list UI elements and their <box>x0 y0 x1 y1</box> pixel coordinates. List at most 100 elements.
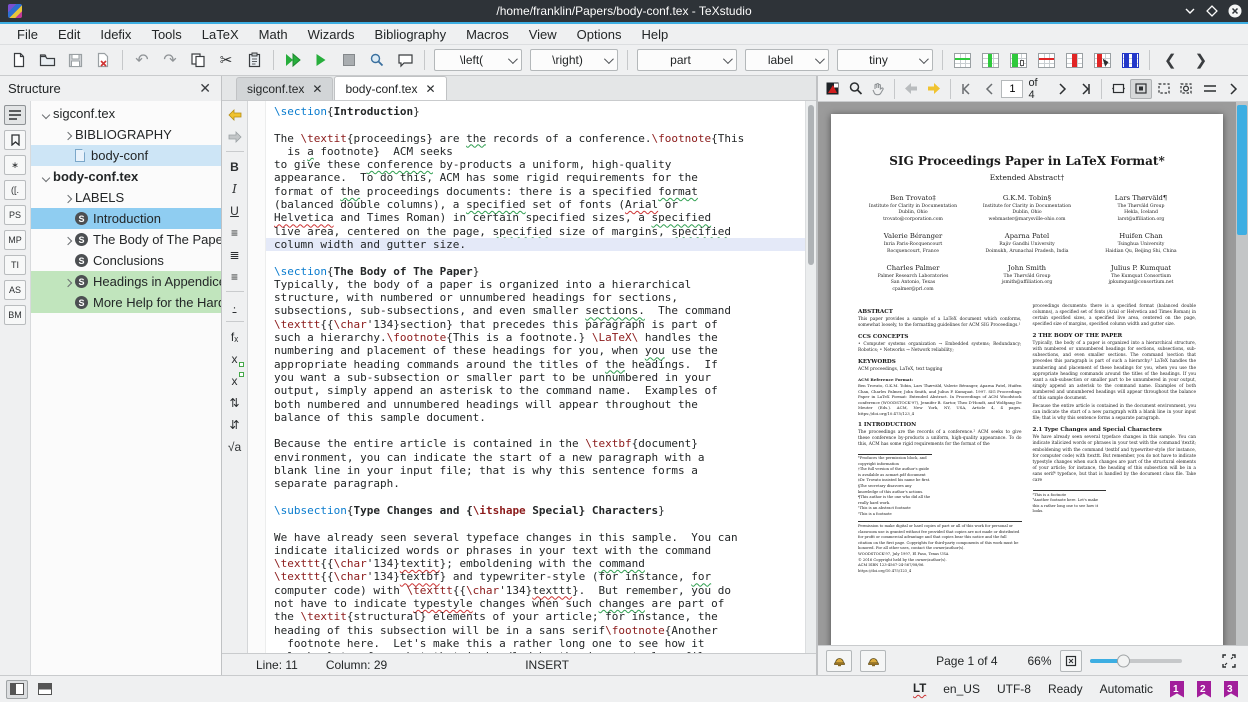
code-line-4[interactable]: is a footnote} ACM seeks <box>266 145 805 158</box>
code-line-6[interactable]: appearance. To do this, ACM has some rig… <box>266 171 805 184</box>
code-line-10[interactable]: live area, centered on the page, specifi… <box>266 225 805 238</box>
bookmark-2-icon[interactable]: 2 <box>1197 681 1211 698</box>
code-line-27[interactable]: environment, you can indicate the start … <box>266 451 805 464</box>
editor-tab-body-conf-tex[interactable]: body-conf.tex✕ <box>334 76 446 100</box>
pdf-document-area[interactable]: SIG Proceedings Paper in LaTeX Format* E… <box>818 102 1248 645</box>
last-page-icon[interactable] <box>1074 79 1096 99</box>
expander-open-icon[interactable] <box>39 169 53 184</box>
zoom-slider[interactable] <box>1090 659 1182 663</box>
code-line-20[interactable]: appropriate heading commands around the … <box>266 358 805 371</box>
code-line-41[interactable]: footnote here. Let's make this a rather … <box>266 637 805 650</box>
overset-icon[interactable]: ⇵ <box>224 414 246 435</box>
code-line-29[interactable]: separate paragraph. <box>266 477 805 490</box>
structure-item-body-conf[interactable]: body-conf <box>31 145 221 166</box>
side-tab-beamer-icon[interactable]: BM <box>4 305 26 325</box>
superscript-icon[interactable]: x <box>224 370 246 391</box>
build-and-view-icon[interactable] <box>280 48 306 72</box>
editor-code-view[interactable]: ▼\section{Introduction}▼The \textit{proc… <box>266 101 805 653</box>
open-file-icon[interactable] <box>34 48 60 72</box>
next-document-icon[interactable]: ❯ <box>1187 51 1216 69</box>
code-line-14[interactable]: Typically, the body of a paper is organi… <box>266 278 805 291</box>
align-center-icon[interactable]: ≣ <box>224 244 246 265</box>
reference-combo[interactable]: label <box>745 49 829 71</box>
code-line-2[interactable] <box>266 118 805 131</box>
menu-item-math[interactable]: Math <box>250 25 297 44</box>
structure-item-bibliography[interactable]: BIBLIOGRAPHY <box>31 124 221 145</box>
bell-icon-left[interactable] <box>826 650 852 672</box>
side-tab-brackets-icon[interactable]: ([. <box>4 180 26 200</box>
function-icon[interactable]: fₓ <box>224 326 246 347</box>
collapse-panel-icon[interactable] <box>1222 79 1244 99</box>
menu-item-options[interactable]: Options <box>568 25 631 44</box>
maximize-button[interactable] <box>1206 5 1218 17</box>
tab-close-icon[interactable]: ✕ <box>425 82 435 96</box>
expander-closed-icon[interactable] <box>61 190 75 205</box>
code-line-16[interactable]: subsections, sub-subsections, and even s… <box>266 304 805 317</box>
code-line-25[interactable] <box>266 424 805 437</box>
previous-page-icon[interactable] <box>979 79 1001 99</box>
code-line-35[interactable]: \texttt{{\char'134}textit}; emboldening … <box>266 557 805 570</box>
structure-item-headings-in-appendices[interactable]: SHeadings in Appendices <box>31 271 221 292</box>
menu-item-file[interactable]: File <box>8 25 47 44</box>
code-line-19[interactable]: numbering and placement of these heading… <box>266 344 805 357</box>
view-icon[interactable] <box>308 48 334 72</box>
code-line-18[interactable]: such a hierarchy.\footnote{This is a foo… <box>266 331 805 344</box>
first-page-icon[interactable] <box>956 79 978 99</box>
tab-close-icon[interactable]: ✕ <box>312 82 322 96</box>
pdf-menu-icon[interactable] <box>1199 79 1221 99</box>
next-page-icon[interactable] <box>1052 79 1074 99</box>
code-line-17[interactable]: \texttt{{\char'134}section} that precede… <box>266 318 805 331</box>
code-line-37[interactable]: computer code) with \texttt{{\char'134}t… <box>266 584 805 597</box>
code-line-9[interactable]: Helvetica and Times Roman) in certain sp… <box>266 211 805 224</box>
menu-item-macros[interactable]: Macros <box>457 25 518 44</box>
code-line-23[interactable]: both numbered and unnumbered headings wi… <box>266 398 805 411</box>
comment-icon[interactable] <box>392 48 418 72</box>
underline-icon[interactable]: U <box>224 200 246 221</box>
undo-icon[interactable]: ↶ <box>129 48 155 72</box>
structure-item-introduction[interactable]: SIntroduction <box>31 208 221 229</box>
search-icon[interactable] <box>364 48 390 72</box>
menu-item-edit[interactable]: Edit <box>49 25 89 44</box>
code-line-3[interactable]: ▼The \textit{proceedings} are the record… <box>266 132 805 145</box>
code-line-22[interactable]: output, simply append an asterisk to the… <box>266 384 805 397</box>
code-line-13[interactable]: ▼\section{The Body of The Paper} <box>266 265 805 278</box>
expander-open-icon[interactable] <box>39 106 53 121</box>
code-line-7[interactable]: format of the proceedings documents: the… <box>266 185 805 198</box>
bookmark-1-icon[interactable]: 1 <box>1170 681 1184 698</box>
side-tab-tikz-icon[interactable]: TI <box>4 255 26 275</box>
side-tab-structure-icon[interactable] <box>4 105 26 125</box>
previous-document-icon[interactable]: ❮ <box>1156 51 1185 69</box>
fit-width-icon[interactable] <box>1107 79 1129 99</box>
table-add-column-icon[interactable] <box>977 48 1003 72</box>
table-remove-row-icon[interactable] <box>1033 48 1059 72</box>
table-add-row-icon[interactable] <box>949 48 975 72</box>
toggle-bottom-panel-icon[interactable] <box>34 680 56 699</box>
expander-closed-icon[interactable] <box>61 274 75 289</box>
code-line-26[interactable]: Because the entire article is contained … <box>266 437 805 450</box>
align-left-icon[interactable]: ≡ <box>224 222 246 243</box>
right-delimiter-combo[interactable]: \right) <box>530 49 618 71</box>
dot-accent-icon[interactable]: · <box>224 296 246 317</box>
code-line-30[interactable] <box>266 491 805 504</box>
fit-page-icon[interactable] <box>1130 79 1152 99</box>
sqrt-icon[interactable]: √a <box>224 436 246 457</box>
code-line-11[interactable]: column width and gutter size. <box>266 238 805 251</box>
toggle-side-panel-icon[interactable] <box>6 680 28 699</box>
structure-item-body-conf-tex[interactable]: body-conf.tex <box>31 166 221 187</box>
zoom-original-icon[interactable] <box>1060 650 1082 672</box>
line-ending-label[interactable]: Automatic <box>1100 682 1153 696</box>
code-line-36[interactable]: \texttt{{\char'134}textbf} and typewrite… <box>266 570 805 583</box>
history-back-icon[interactable] <box>224 104 246 125</box>
italic-icon[interactable]: I <box>224 178 246 199</box>
menu-item-view[interactable]: View <box>520 25 566 44</box>
code-line-21[interactable]: you want a sub-subsection or smaller par… <box>266 371 805 384</box>
code-line-5[interactable]: to give these conference by-products a u… <box>266 158 805 171</box>
pdf-pan-hand-icon[interactable] <box>868 79 890 99</box>
table-paste-column-icon[interactable] <box>1005 48 1031 72</box>
pdf-forward-icon[interactable] <box>923 79 945 99</box>
menu-item-latex[interactable]: LaTeX <box>193 25 248 44</box>
menu-item-idefix[interactable]: Idefix <box>91 25 140 44</box>
bold-icon[interactable]: B <box>224 156 246 177</box>
expander-closed-icon[interactable] <box>61 232 75 247</box>
copy-icon[interactable] <box>185 48 211 72</box>
